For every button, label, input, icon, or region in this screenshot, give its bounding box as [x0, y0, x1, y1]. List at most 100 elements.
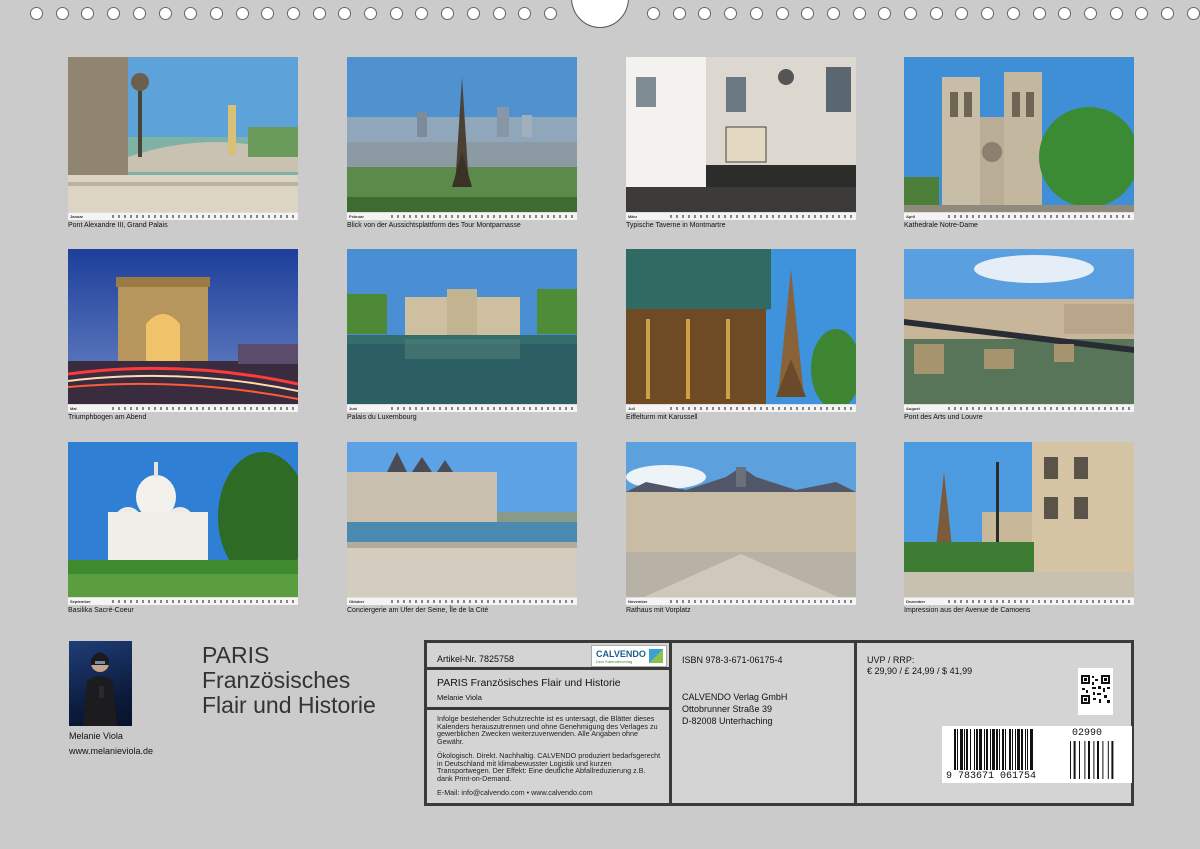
calendar-strip: Februar [347, 212, 577, 220]
barcode-bar [1012, 729, 1013, 770]
binding-hole [750, 7, 763, 20]
barcode-addon-bar [1070, 741, 1071, 779]
month-tile-november: November Rathaus mit Vorplatz [626, 442, 856, 614]
binding-hole [390, 7, 403, 20]
product-author: Melanie Viola [437, 693, 482, 702]
barcode-bar [999, 729, 1000, 770]
qr-code-art [1080, 674, 1111, 705]
photo-januar [68, 57, 298, 220]
day-ticks [112, 407, 295, 410]
calendar-strip: Oktober [347, 597, 577, 605]
month-label: Dezember [906, 599, 926, 604]
calvendo-logo-subtext: Dein Kalenderverlag [596, 659, 633, 664]
photo-april [904, 57, 1134, 220]
photo-juni [347, 249, 577, 412]
binding-hole [955, 7, 968, 20]
barcode-addon: 02990 [1072, 728, 1103, 739]
isbn: ISBN 978-3-671-06175-4 [682, 655, 783, 665]
day-ticks [391, 600, 574, 603]
calendar-strip: August [904, 404, 1134, 412]
photo-juli [626, 249, 856, 412]
day-ticks [670, 215, 853, 218]
binding-hole [904, 7, 917, 20]
binding-hole [210, 7, 223, 20]
barcode-bar [974, 729, 975, 770]
barcode-bar [964, 729, 965, 770]
photo-art-dezember [904, 442, 1134, 605]
binding-hole [878, 7, 891, 20]
barcode-bar [1009, 729, 1011, 770]
publisher-line-2: Ottobrunner Straße 39 [682, 704, 773, 714]
barcode-bar [970, 729, 971, 770]
month-tile-juni: Juni Palais du Luxembourg [347, 249, 577, 421]
barcode-bar [986, 729, 988, 770]
binding-hole [159, 7, 172, 20]
binding-hole [338, 7, 351, 20]
photo-art-mai [68, 249, 298, 412]
author-portrait-art [83, 652, 117, 726]
publisher-line-1: CALVENDO Verlag GmbH [682, 692, 788, 702]
photo-februar [347, 57, 577, 220]
calendar-strip: Dezember [904, 597, 1134, 605]
month-tile-juli: Juli Eiffelturm mit Karussell [626, 249, 856, 421]
price-label: UVP / RRP: [867, 655, 915, 665]
binding-hole [518, 7, 531, 20]
barcode-addon-bar [1097, 741, 1099, 779]
barcode-bar [954, 729, 956, 770]
binding-hole [673, 7, 686, 20]
photo-caption: Basilika Sacré-Coeur [68, 607, 134, 614]
barcode-bar [1030, 729, 1033, 770]
author-portrait [69, 641, 132, 726]
photo-art-november [626, 442, 856, 605]
binding-hole [724, 7, 737, 20]
binding-hole [1084, 7, 1097, 20]
photo-caption: Typische Taverne in Montmartre [626, 222, 726, 229]
binding-hole [801, 7, 814, 20]
binding-hole [107, 7, 120, 20]
photo-caption: Pont Alexandre III, Grand Palais [68, 222, 168, 229]
binding-hole [1187, 7, 1200, 20]
binding-hole [1110, 7, 1123, 20]
product-info-box: Artikel-Nr. 7825758 CALVENDO Dein Kalend… [424, 640, 1134, 806]
binding-hole [698, 7, 711, 20]
barcode-bar [966, 729, 968, 770]
ean-barcode: 9 783671 061754 02990 [942, 726, 1132, 783]
month-tile-april: April Kathedrale Notre-Dame [904, 57, 1134, 229]
barcode-bar [1002, 729, 1004, 770]
binding-hole [184, 7, 197, 20]
barcode-bar [984, 729, 985, 770]
photo-caption: Rathaus mit Vorplatz [626, 607, 691, 614]
photo-caption: Kathedrale Notre-Dame [904, 222, 978, 229]
calendar-strip: Januar [68, 212, 298, 220]
binding-hole [287, 7, 300, 20]
info-column-price: UVP / RRP: € 29,90 / £ 24,99 / $ 41,99 9… [857, 643, 1132, 803]
barcode-addon-bar [1079, 741, 1080, 779]
photo-oktober [347, 442, 577, 605]
day-ticks [112, 600, 295, 603]
price-value: € 29,90 / £ 24,99 / $ 41,99 [867, 666, 973, 676]
month-tile-oktober: Oktober Conciergerie am Ufer der Seine, … [347, 442, 577, 614]
photo-art-juli [626, 249, 856, 412]
barcode-addon-bar [1093, 741, 1095, 779]
photo-caption: Triumphbogen am Abend [68, 414, 147, 421]
month-label: April [906, 214, 916, 219]
day-ticks [391, 407, 574, 410]
photo-caption: Blick von der Aussichtsplattform des Tou… [347, 222, 521, 229]
barcode-bar [1025, 729, 1026, 770]
photo-caption: Eiffelturm mit Karussell [626, 414, 698, 421]
barcode-number: 9 783671 061754 [946, 771, 1037, 782]
binding-hole [853, 7, 866, 20]
article-number: Artikel-Nr. 7825758 [437, 654, 515, 664]
calvendo-logo: CALVENDO Dein Kalenderverlag [591, 645, 667, 667]
day-ticks [391, 215, 574, 218]
barcode-bar [1021, 729, 1023, 770]
month-tile-august: August Pont des Arts und Louvre [904, 249, 1134, 421]
binding-hole [415, 7, 428, 20]
month-tile-februar: Februar Blick von der Aussichtsplattform… [347, 57, 577, 229]
month-label: September [70, 599, 91, 604]
photo-art-oktober [347, 442, 577, 605]
binding-hole [133, 7, 146, 20]
binding-hole [493, 7, 506, 20]
photo-caption: Pont des Arts und Louvre [904, 414, 983, 421]
calendar-strip: Juli [626, 404, 856, 412]
